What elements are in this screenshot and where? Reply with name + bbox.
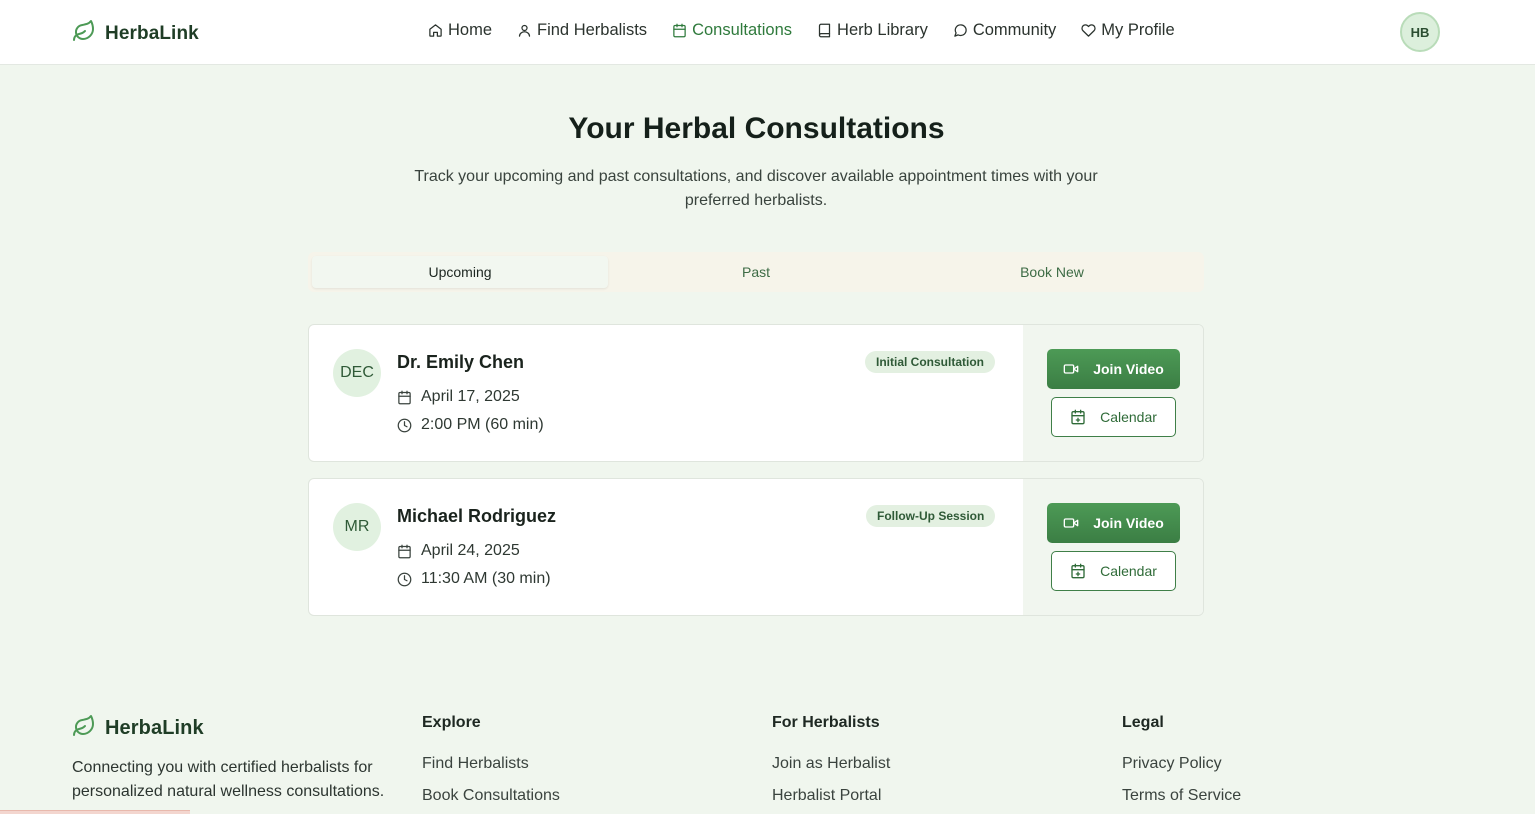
calendar-plus-icon [1071,409,1085,425]
user-icon [518,24,531,37]
footer-link[interactable]: Join as Herbalist [772,754,890,786]
footer-link[interactable]: Herbalist Portal [772,786,890,814]
nav-item-consultations[interactable]: Consultations [672,21,792,40]
consultation-date: April 24, 2025 [397,542,520,560]
consultation-time: 11:30 AM (30 min) [397,570,551,588]
nav-item-label: Find Herbalists [537,21,648,39]
consultation-card: DEC Dr. Emily Chen Initial Consultation … [308,324,1204,462]
user-avatar[interactable]: HB [1400,12,1440,52]
nav-item-my-profile[interactable]: My Profile [1081,21,1175,40]
nav-item-label: My Profile [1101,21,1175,39]
calendar-plus-icon [1071,563,1085,579]
nav-item-community[interactable]: Community [953,21,1056,40]
calendar-label: Calendar [1100,563,1157,579]
footer-link[interactable]: Terms of Service [1122,786,1241,814]
footer-link[interactable]: Book Consultations [422,786,560,814]
consultation-date: April 17, 2025 [397,388,520,406]
herbalist-name: Dr. Emily Chen [397,352,525,372]
calendar-label: Calendar [1100,409,1157,425]
nav-item-label: Home [448,21,493,39]
join-video-button[interactable]: Join Video [1047,349,1180,389]
time-text: 2:00 PM (60 min) [421,416,544,433]
video-icon [1063,364,1079,374]
toast-edge [0,810,190,814]
join-video-button[interactable]: Join Video [1047,503,1180,543]
tab-book-new[interactable]: Book New [904,256,1200,288]
footer-column-explore: Explore Find Herbalists Book Consultatio… [422,714,560,814]
consultation-details: MR Michael Rodriguez Follow-Up Session A… [309,479,1023,615]
brand-name: HerbaLink [105,22,199,44]
consultation-actions: Join Video Calendar [1023,479,1203,615]
tab-past[interactable]: Past [608,256,904,288]
consultation-details: DEC Dr. Emily Chen Initial Consultation … [309,325,1023,461]
calendar-icon [398,390,411,404]
calendar-icon [398,544,411,558]
herbalist-name: Michael Rodriguez [397,506,557,526]
book-icon [818,23,831,38]
footer-brand-name: HerbaLink [105,717,204,739]
consultation-type-badge: Follow-Up Session [866,505,996,527]
footer-brand[interactable]: HerbaLink [72,714,204,743]
home-icon [429,24,442,37]
footer-link[interactable]: Find Herbalists [422,754,560,786]
herbalist-avatar: DEC [333,349,381,397]
footer-column-legal: Legal Privacy Policy Terms of Service [1122,714,1241,814]
date-text: April 24, 2025 [421,542,520,559]
page-description: Track your upcoming and past consultatio… [414,168,1098,209]
consultation-tabs: Upcoming Past Book New [308,252,1204,292]
footer-link[interactable]: Privacy Policy [1122,754,1241,786]
footer-heading: Explore [422,714,481,731]
nav-item-label: Consultations [692,21,793,39]
footer-heading: Legal [1122,714,1164,731]
nav-item-herb-library[interactable]: Herb Library [817,21,928,40]
clock-icon [397,572,412,586]
video-icon [1063,518,1079,528]
join-video-label: Join Video [1093,515,1164,531]
page-title: Your Herbal Consultations [568,112,945,145]
footer-column-for-herbalists: For Herbalists Join as Herbalist Herbali… [772,714,890,814]
calendar-icon [673,23,686,38]
nav-item-find-herbalists[interactable]: Find Herbalists [517,21,647,40]
tab-upcoming[interactable]: Upcoming [312,256,608,288]
chat-icon [954,24,967,37]
nav-item-label: Herb Library [837,21,928,39]
brand-logo[interactable]: HerbaLink [72,19,199,48]
join-video-label: Join Video [1093,361,1164,377]
clock-icon [397,418,412,432]
time-text: 11:30 AM (30 min) [421,570,551,587]
leaf-icon [72,19,96,48]
consultation-type-badge: Initial Consultation [865,351,995,373]
date-text: April 17, 2025 [421,388,520,405]
leaf-icon [72,714,96,743]
nav-item-label: Community [972,21,1057,39]
footer-heading: For Herbalists [772,714,880,731]
footer-tagline: Connecting you with certified herbalists… [72,759,385,800]
top-header: HerbaLink Home Find Herbalists Consultat… [0,0,1535,65]
main-nav: Home Find Herbalists Consultations Herb … [428,21,1200,40]
heart-icon [1081,24,1096,37]
herbalist-avatar: MR [333,503,381,551]
add-to-calendar-button[interactable]: Calendar [1051,551,1176,591]
consultation-actions: Join Video Calendar [1023,325,1203,461]
add-to-calendar-button[interactable]: Calendar [1051,397,1176,437]
nav-item-home[interactable]: Home [428,21,492,40]
consultation-time: 2:00 PM (60 min) [397,416,544,434]
consultation-card: MR Michael Rodriguez Follow-Up Session A… [308,478,1204,616]
